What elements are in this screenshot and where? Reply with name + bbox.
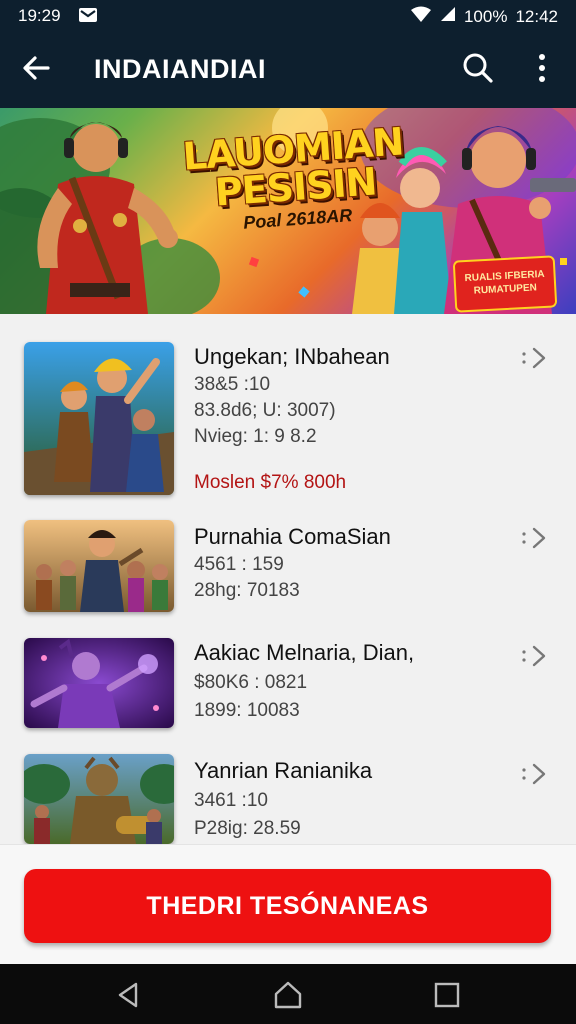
nav-back-icon[interactable] — [114, 980, 144, 1010]
chevron-right-icon[interactable] — [520, 760, 550, 788]
game-meta-line: $80K6 : 0821 — [194, 672, 308, 693]
wifi-icon — [410, 6, 432, 27]
game-list: Ungekan; INbahean 38&5 :10 83.8d6; U: 30… — [0, 314, 576, 844]
nav-recents-icon[interactable] — [432, 980, 462, 1010]
signal-icon — [440, 6, 456, 27]
primary-cta-button[interactable]: THEDRI TESÓNANEAS — [24, 869, 551, 943]
more-vert-icon[interactable] — [528, 48, 558, 88]
game-thumbnail — [24, 754, 174, 844]
game-name: Yanrian Ranianika — [194, 758, 373, 783]
game-thumbnail — [24, 342, 174, 495]
battery-level: 100% — [463, 6, 508, 26]
status-time: 19:29 — [18, 6, 61, 25]
app-bar: INDAIANDIAI — [0, 32, 576, 108]
status-time-right: 12:42 — [515, 6, 558, 26]
system-nav-bar — [0, 964, 576, 1024]
list-item[interactable]: Yanrian Ranianika 3461 :10 P28ig: 28.59 — [0, 746, 576, 844]
search-icon[interactable] — [458, 48, 498, 88]
game-meta-line: 3461 :10 — [194, 790, 268, 811]
game-thumbnail — [24, 638, 174, 728]
game-meta-line: P28ig: 28.59 — [194, 818, 301, 839]
list-item[interactable]: Purnahia ComaSian 4561 : 159 28hg: 70183 — [0, 510, 576, 630]
status-bar: 19:29 100% 12:42 — [0, 0, 576, 32]
game-name: Purnahia ComaSian — [194, 524, 391, 549]
promo-banner[interactable]: LAUOMIAN PESISIN Poal 2618AR RUALIS IFBE… — [0, 108, 576, 314]
game-meta-line: 38&5 :10 — [194, 374, 271, 395]
game-meta-line: 83.8d6; U: 3007) — [194, 400, 336, 421]
game-promo-text: Moslen $7% 800h — [194, 472, 347, 493]
game-thumbnail — [24, 520, 174, 612]
game-meta-line: Nvieg: 1: 9 8.2 — [194, 426, 317, 447]
back-arrow-icon[interactable] — [18, 48, 58, 88]
chevron-right-icon[interactable] — [520, 524, 550, 552]
list-item[interactable]: Ungekan; INbahean 38&5 :10 83.8d6; U: 30… — [0, 314, 576, 510]
mail-icon — [78, 7, 98, 28]
banner-headline: LAUOMIAN PESISIN Poal 2618AR — [177, 119, 413, 236]
chevron-right-icon[interactable] — [520, 642, 550, 670]
list-item[interactable]: Aakiac Melnaria, Dian, $80K6 : 0821 1899… — [0, 630, 576, 746]
nav-home-icon[interactable] — [273, 980, 303, 1010]
game-meta-line: 28hg: 70183 — [194, 580, 300, 601]
chevron-right-icon[interactable] — [520, 344, 550, 372]
game-meta-line: 4561 : 159 — [194, 554, 284, 575]
game-meta-line: 1899: 10083 — [194, 700, 300, 721]
game-name: Aakiac Melnaria, Dian, — [194, 640, 415, 665]
banner-badge: RUALIS IFBERIA RUMATUPEN — [452, 255, 558, 313]
footer: THEDRI TESÓNANEAS — [0, 844, 576, 964]
page-title: INDAIANDIAI — [94, 54, 266, 84]
game-name: Ungekan; INbahean — [194, 344, 390, 369]
